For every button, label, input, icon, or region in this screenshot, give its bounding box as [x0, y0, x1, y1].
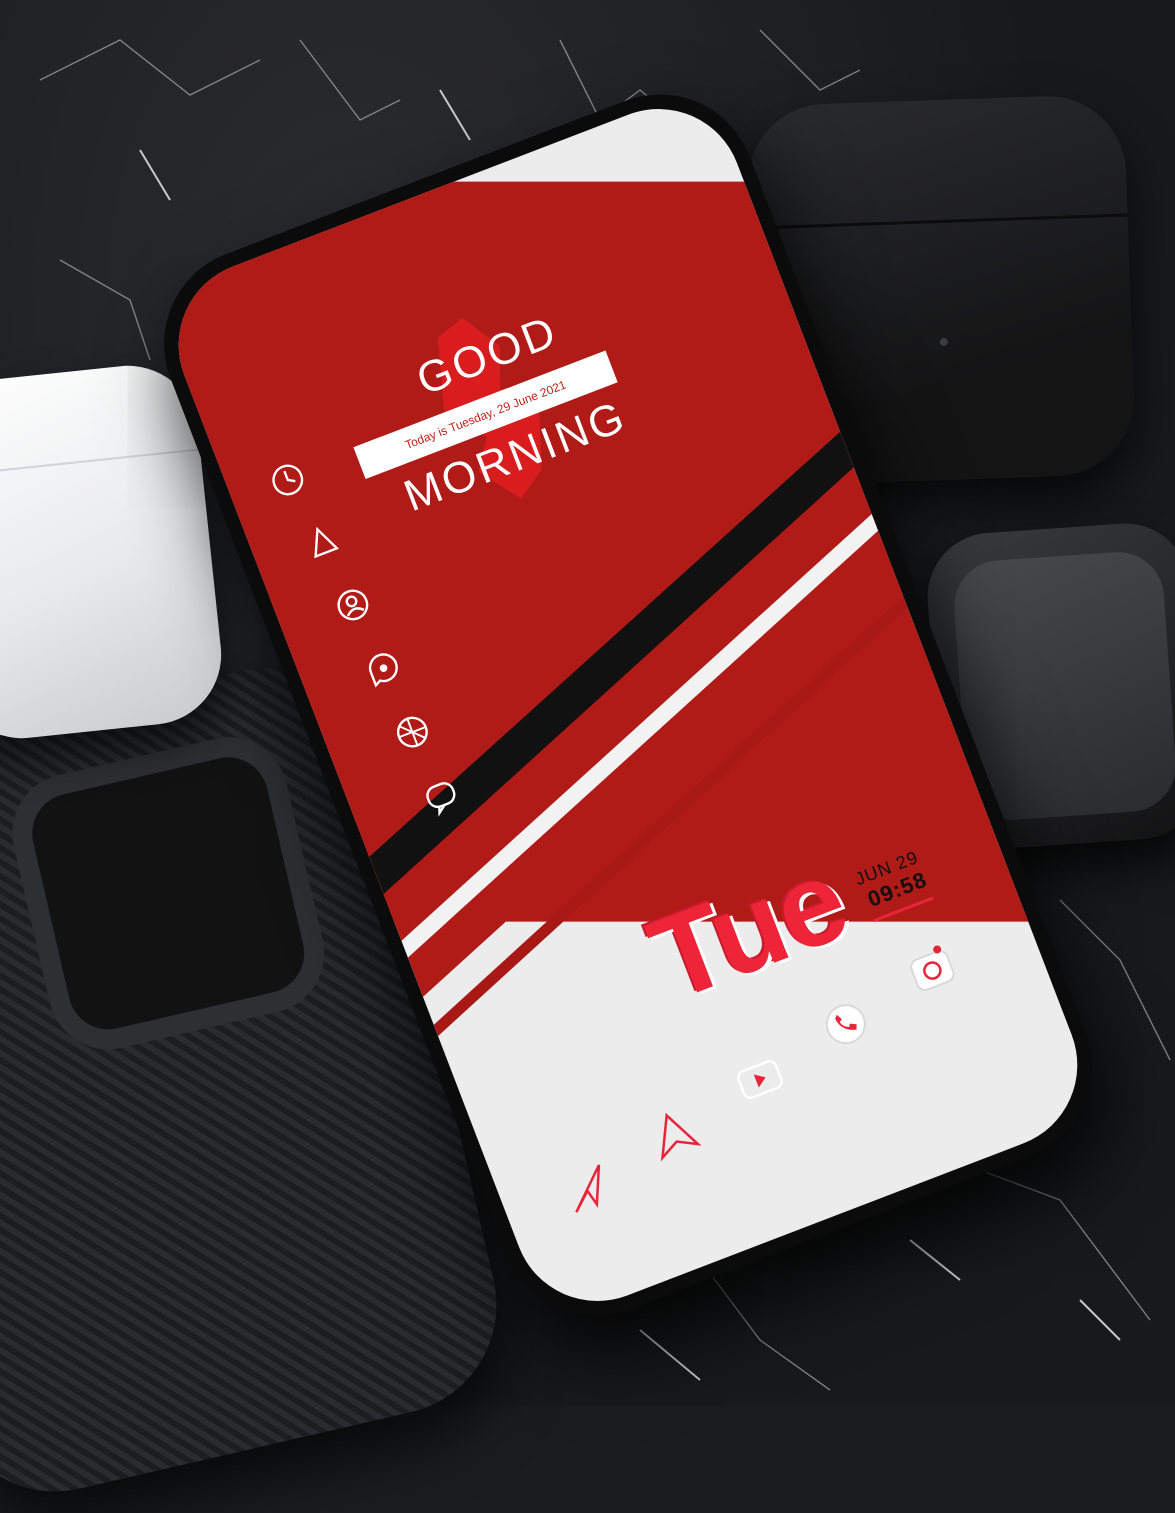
phone-case-camera-cutout [0, 725, 337, 1062]
black-case-lid-seam [749, 213, 1128, 230]
case-led [939, 337, 948, 347]
white-case-lid-seam [0, 448, 201, 479]
